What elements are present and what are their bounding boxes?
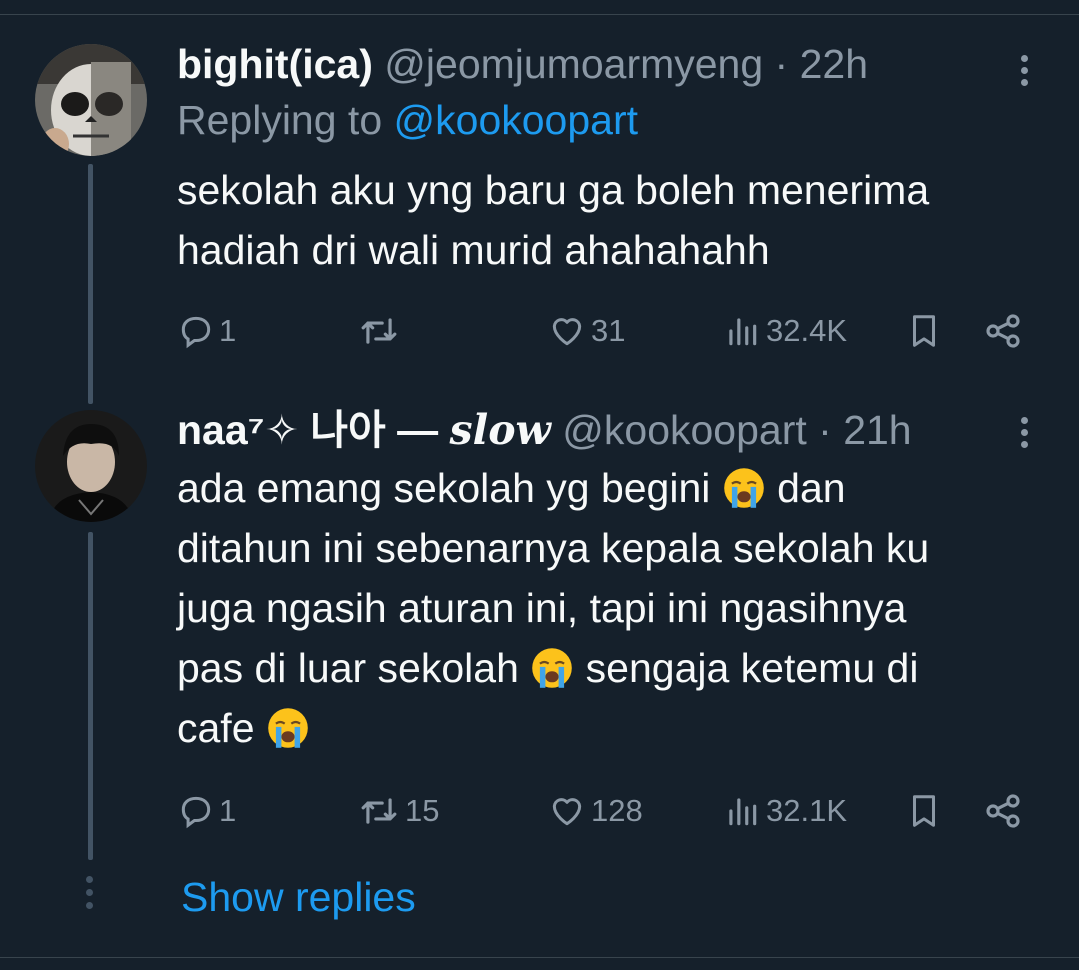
like-button[interactable]: 128 bbox=[547, 786, 643, 836]
share-button[interactable] bbox=[983, 786, 1023, 836]
reply-button[interactable]: 1 bbox=[177, 786, 236, 836]
separator-dot: · bbox=[806, 407, 844, 453]
more-icon[interactable] bbox=[1017, 414, 1031, 454]
action-bar: 1 15 128 32.1K bbox=[177, 786, 1049, 836]
tweet-text-line: hadiah dri wali murid ahahahahh bbox=[177, 227, 770, 273]
avatar[interactable] bbox=[35, 410, 147, 522]
retweet-button[interactable] bbox=[357, 306, 405, 356]
views-icon bbox=[729, 798, 757, 826]
replying-to: Replying to @kookoopart bbox=[177, 92, 1079, 148]
show-replies-link[interactable]: Show replies bbox=[181, 869, 416, 925]
retweet-icon bbox=[361, 798, 397, 824]
top-divider bbox=[0, 14, 1079, 15]
separator-dot: · bbox=[763, 41, 800, 87]
view-count: 32.1K bbox=[766, 793, 848, 828]
thread-line bbox=[88, 532, 93, 860]
tweet-text-line: ditahun ini sebenarnya kepala sekolah ku bbox=[177, 525, 930, 571]
tweet-text: sekolah aku yng baru ga boleh menerima h… bbox=[177, 160, 1079, 280]
share-button[interactable] bbox=[983, 306, 1023, 356]
display-name[interactable]: naa⁷✧ 나아 — slow bbox=[177, 406, 551, 454]
timestamp[interactable]: 22h bbox=[800, 41, 868, 87]
tweet-text-line: sekolah aku yng baru ga boleh menerima bbox=[177, 167, 930, 213]
tweet-header: bighit(ica) @jeomjumoarmyeng · 22h bbox=[177, 36, 1079, 92]
tweet-header: naa⁷✧ 나아 — slow @kookoopart · 21h bbox=[177, 402, 1079, 458]
more-icon[interactable] bbox=[1017, 52, 1031, 92]
bookmark-icon bbox=[912, 315, 936, 347]
like-button[interactable]: 31 bbox=[547, 306, 625, 356]
replying-to-link[interactable]: @kookoopart bbox=[394, 97, 638, 143]
bottom-divider bbox=[0, 957, 1079, 958]
reply-icon bbox=[181, 796, 211, 829]
display-name[interactable]: bighit(ica) bbox=[177, 41, 373, 87]
thread-line bbox=[88, 164, 93, 404]
action-bar: 1 31 32.4K bbox=[177, 306, 1049, 356]
loudly-crying-emoji bbox=[268, 708, 308, 748]
bookmark-button[interactable] bbox=[905, 786, 943, 836]
views-button[interactable]: 32.1K bbox=[722, 786, 847, 836]
handle[interactable]: @jeomjumoarmyeng bbox=[384, 41, 763, 87]
replying-prefix: Replying to bbox=[177, 97, 394, 143]
tweet-text: ada emang sekolah yg begini dan ditahun … bbox=[177, 458, 1079, 758]
views-button[interactable]: 32.4K bbox=[722, 306, 847, 356]
view-count: 32.4K bbox=[766, 313, 848, 348]
share-icon bbox=[986, 314, 1020, 348]
loudly-crying-emoji bbox=[723, 468, 764, 508]
bookmark-icon bbox=[912, 795, 936, 827]
handle[interactable]: @kookoopart bbox=[562, 407, 806, 453]
thread-continuation-dots bbox=[84, 876, 94, 915]
timestamp[interactable]: 21h bbox=[843, 407, 911, 453]
reply-icon bbox=[181, 316, 211, 349]
tweet-text-line: cafe bbox=[177, 698, 1079, 758]
loudly-crying-emoji bbox=[532, 648, 573, 688]
retweet-button[interactable]: 15 bbox=[357, 786, 439, 836]
reply-count: 1 bbox=[219, 313, 237, 348]
views-icon bbox=[729, 318, 757, 346]
retweet-count: 15 bbox=[405, 793, 440, 828]
like-count: 128 bbox=[591, 793, 643, 828]
tweet-text-line: juga ngasih aturan ini, tapi ini ngasihn… bbox=[177, 585, 907, 631]
bookmark-button[interactable] bbox=[905, 306, 943, 356]
reply-count: 1 bbox=[219, 793, 237, 828]
retweet-icon bbox=[361, 318, 397, 344]
like-icon bbox=[552, 318, 582, 346]
like-count: 31 bbox=[591, 313, 626, 348]
avatar[interactable] bbox=[35, 44, 147, 156]
tweet-text-line: ada emang sekolah yg begini dan bbox=[177, 465, 846, 511]
tweet-text-line: pas di luar sekolah sengaja ketemu di bbox=[177, 645, 919, 691]
like-icon bbox=[552, 798, 582, 826]
share-icon bbox=[986, 794, 1020, 828]
reply-button[interactable]: 1 bbox=[177, 306, 236, 356]
